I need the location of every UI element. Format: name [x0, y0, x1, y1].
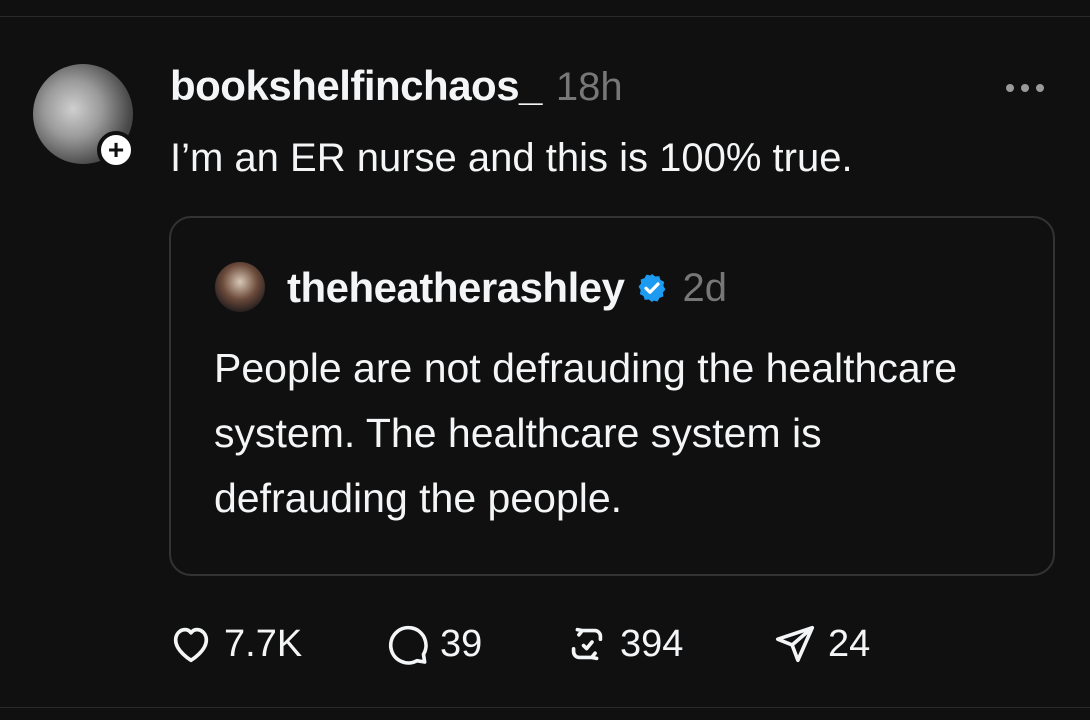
- post-timestamp[interactable]: 18h: [556, 65, 623, 110]
- repost-count: 394: [620, 622, 684, 665]
- more-dot: [1036, 84, 1044, 92]
- like-count: 7.7K: [224, 622, 303, 665]
- heart-icon: [173, 627, 209, 663]
- quoted-author-avatar[interactable]: [215, 262, 265, 312]
- quoted-author-username[interactable]: theheatherashley: [287, 264, 625, 312]
- post-text: I’m an ER nurse and this is 100% true.: [170, 136, 853, 180]
- author-avatar-wrap[interactable]: +: [33, 64, 135, 174]
- share-button[interactable]: 24: [772, 621, 870, 667]
- verified-badge-icon: [639, 274, 666, 302]
- post-header: bookshelfinchaos_ 18h: [170, 62, 623, 114]
- quoted-post-card[interactable]: theheatherashley 2d People are not defra…: [169, 216, 1055, 576]
- repost-button[interactable]: 394: [564, 621, 683, 667]
- bottom-divider: [0, 707, 1090, 708]
- quoted-post-timestamp[interactable]: 2d: [682, 266, 727, 311]
- reply-button[interactable]: 39: [384, 621, 482, 667]
- comment-icon: [388, 625, 428, 665]
- author-username[interactable]: bookshelfinchaos_: [170, 62, 542, 110]
- share-count: 24: [828, 622, 871, 665]
- send-icon: [775, 625, 815, 663]
- like-button[interactable]: 7.7K: [168, 621, 302, 667]
- more-dot: [1006, 84, 1014, 92]
- quoted-post-text: People are not defrauding the healthcare…: [214, 345, 958, 521]
- more-dot: [1021, 84, 1029, 92]
- quoted-post-header: theheatherashley 2d: [287, 260, 727, 316]
- follow-plus-icon[interactable]: +: [97, 131, 135, 169]
- more-options-icon[interactable]: [1002, 78, 1048, 98]
- repost-icon: [571, 627, 603, 661]
- reply-count: 39: [440, 622, 483, 665]
- top-divider: [0, 16, 1090, 17]
